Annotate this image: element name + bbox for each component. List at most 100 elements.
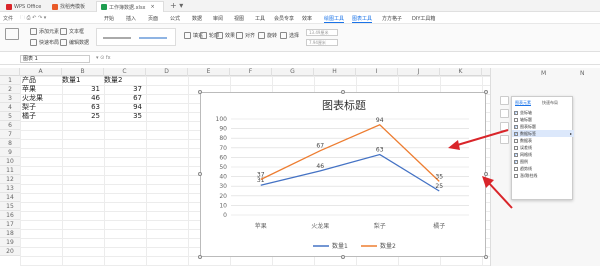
cell-c2[interactable]: 37 (104, 85, 142, 94)
panel-item-0[interactable]: ✓ 坐标轴 (512, 109, 574, 116)
resize-handle-tl[interactable] (198, 90, 202, 94)
resize-handle-tc[interactable] (341, 90, 345, 94)
menu-chart-tools[interactable]: 图表工具 (352, 14, 373, 23)
cell-a5[interactable]: 橘子 (22, 112, 36, 121)
row-header-4[interactable]: 4 (0, 103, 20, 112)
row-header-13[interactable]: 13 (0, 184, 20, 193)
menu-home[interactable]: 开始 (104, 14, 114, 23)
resize-handle-bc[interactable] (341, 255, 345, 259)
add-element-button[interactable]: 添加元素 (30, 28, 59, 35)
panel-item-5[interactable]: 误差线 (512, 144, 574, 151)
checkbox-checked-icon[interactable]: ✓ (514, 110, 518, 115)
menu-drawing-tools[interactable]: 绘图工具 (324, 14, 345, 23)
effect-button[interactable]: 效果 (216, 32, 235, 39)
menu-view[interactable]: 视图 (234, 14, 244, 23)
tab-template[interactable]: 找稻壳模板 (48, 1, 89, 12)
quick-access-icons[interactable]: 🗀 ⎙ ↶ ↷ ▾ (20, 15, 46, 23)
cell-c3[interactable]: 67 (104, 94, 142, 103)
height-field[interactable]: 7.94厘米 (306, 39, 338, 46)
panel-item-2[interactable]: ✓ 图表标题 (512, 123, 574, 130)
panel-item-7[interactable]: ✓ 图例 (512, 158, 574, 165)
column-header-f[interactable]: F (230, 68, 272, 76)
panel-item-4[interactable]: 数据表 (512, 137, 574, 144)
tab-wps-office[interactable]: WPS Office (2, 1, 45, 12)
menu-review[interactable]: 审阅 (213, 14, 223, 23)
column-header-b[interactable]: B (62, 68, 104, 76)
menu-formula[interactable]: 公式 (170, 14, 180, 23)
row-header-14[interactable]: 14 (0, 193, 20, 202)
menu-file[interactable]: 文件 (3, 14, 13, 23)
chart-elements-icon[interactable] (500, 96, 509, 105)
text-box-button[interactable]: 文本框 (60, 28, 84, 35)
quick-layout-button[interactable]: 快速布局 (30, 39, 59, 46)
panel-tab-elements[interactable]: 图表元素 (515, 100, 531, 106)
panel-tab-layout[interactable]: 快速布局 (542, 100, 558, 106)
cell-a1[interactable]: 产品 (22, 76, 36, 85)
menu-data[interactable]: 数据 (192, 14, 202, 23)
column-header-i[interactable]: I (356, 68, 398, 76)
cell-c1[interactable]: 数量2 (104, 76, 122, 85)
row-header-7[interactable]: 7 (0, 130, 20, 139)
menu-member[interactable]: 会员专享 (274, 14, 294, 23)
resize-handle-tr[interactable] (484, 90, 488, 94)
row-header-20[interactable]: 20 (0, 247, 20, 256)
row-header-18[interactable]: 18 (0, 229, 20, 238)
column-header-a[interactable]: A (20, 68, 62, 76)
cell-b5[interactable]: 25 (62, 112, 100, 121)
resize-handle-br[interactable] (484, 255, 488, 259)
name-box[interactable]: 图表 1 (20, 55, 90, 63)
new-tab-icon[interactable]: + ▾ (170, 1, 183, 10)
row-header-9[interactable]: 9 (0, 148, 20, 157)
cell-a3[interactable]: 火龙果 (22, 94, 43, 103)
menu-insert[interactable]: 插入 (126, 14, 136, 23)
row-header-17[interactable]: 17 (0, 220, 20, 229)
cell-b2[interactable]: 31 (62, 85, 100, 94)
style-preview-1[interactable] (103, 37, 131, 39)
cell-b1[interactable]: 数量1 (62, 76, 80, 85)
select-all-corner[interactable] (0, 68, 20, 76)
column-header-n[interactable]: N (580, 70, 585, 77)
width-field[interactable]: 13.49厘米 (306, 29, 338, 36)
menu-diy[interactable]: DIY工具箱 (412, 14, 435, 23)
row-header-11[interactable]: 11 (0, 166, 20, 175)
cell-a4[interactable]: 梨子 (22, 103, 36, 112)
formula-icons[interactable]: ▾ ⊙ fx (96, 55, 111, 61)
select-button[interactable]: 选择 (280, 32, 299, 39)
row-header-1[interactable]: 1 (0, 76, 20, 85)
close-icon[interactable]: × (151, 4, 155, 10)
cell-c5[interactable]: 35 (104, 112, 142, 121)
menu-tools[interactable]: 工具 (255, 14, 265, 23)
row-header-12[interactable]: 12 (0, 175, 20, 184)
row-header-6[interactable]: 6 (0, 121, 20, 130)
row-header-8[interactable]: 8 (0, 139, 20, 148)
resize-handle-bl[interactable] (198, 255, 202, 259)
column-header-k[interactable]: K (440, 68, 482, 76)
style-preview-2[interactable] (139, 37, 167, 39)
column-header-j[interactable]: J (398, 68, 440, 76)
column-header-e[interactable]: E (188, 68, 230, 76)
column-header-m[interactable]: M (541, 70, 546, 77)
row-header-3[interactable]: 3 (0, 94, 20, 103)
row-header-5[interactable]: 5 (0, 112, 20, 121)
menu-page[interactable]: 页面 (148, 14, 158, 23)
chart-type-icon[interactable] (5, 28, 19, 40)
panel-item-3[interactable]: ✓ 数据标签 ▸ (512, 130, 574, 137)
tab-workbook[interactable]: 工作簿数据.xlsx × (96, 1, 164, 12)
cell-b4[interactable]: 63 (62, 103, 100, 112)
row-header-19[interactable]: 19 (0, 238, 20, 247)
edit-data-button[interactable]: 编辑数据 (60, 39, 89, 46)
row-header-10[interactable]: 10 (0, 157, 20, 166)
menu-efficiency[interactable]: 效率 (302, 14, 312, 23)
panel-item-8[interactable]: 趋势线 (512, 165, 574, 172)
row-header-16[interactable]: 16 (0, 211, 20, 220)
panel-item-6[interactable]: ✓ 网格线 (512, 151, 574, 158)
panel-item-9[interactable]: 涨/跌柱线 (512, 172, 574, 179)
shape-style-gallery[interactable] (96, 28, 176, 46)
column-header-c[interactable]: C (104, 68, 146, 76)
column-header-d[interactable]: D (146, 68, 188, 76)
cell-b3[interactable]: 46 (62, 94, 100, 103)
column-header-h[interactable]: H (314, 68, 356, 76)
menu-fangfang[interactable]: 方方格子 (382, 14, 402, 23)
panel-item-1[interactable]: 轴标题 (512, 116, 574, 123)
cell-c4[interactable]: 94 (104, 103, 142, 112)
